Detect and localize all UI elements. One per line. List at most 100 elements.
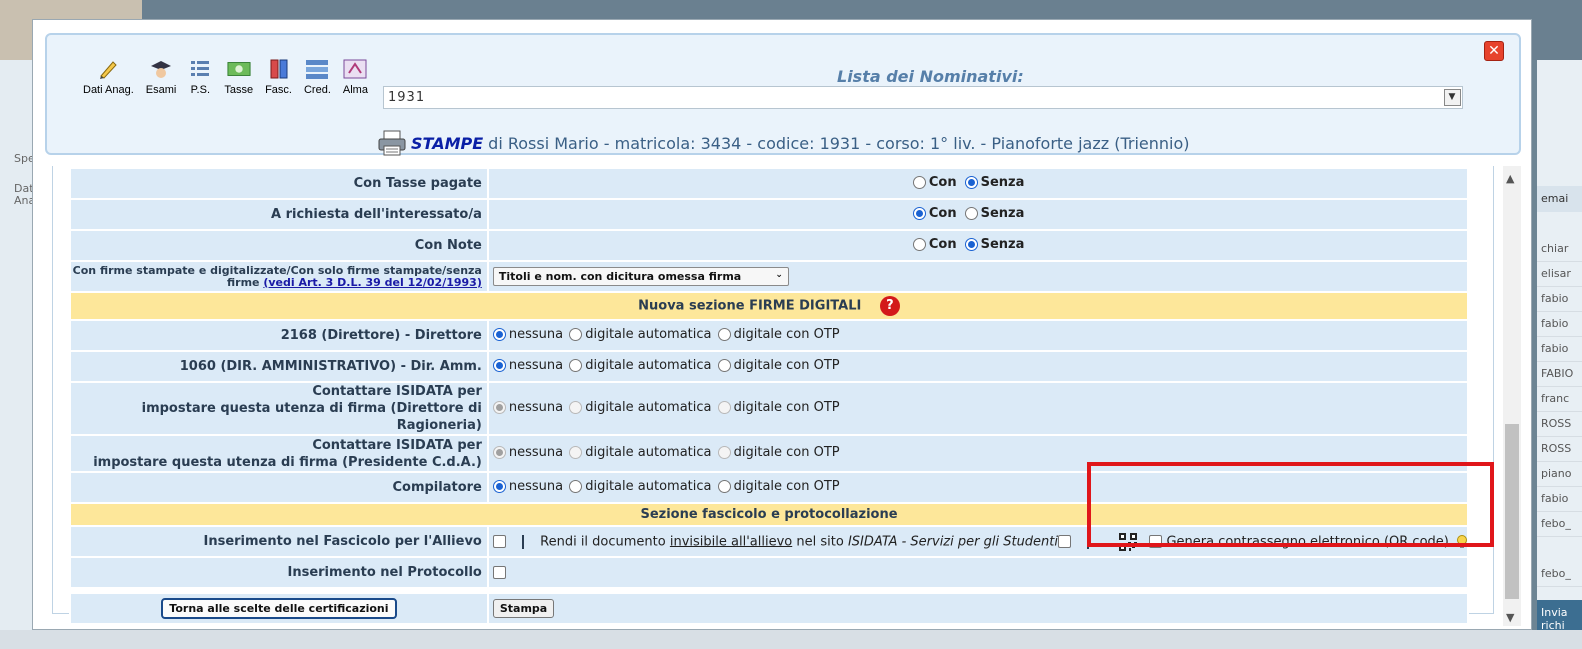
- bg-column-header: emai: [1537, 186, 1582, 212]
- money-icon: [227, 58, 251, 80]
- section-firme-digitali: Nuova sezione FIRME DIGITALI ?: [69, 291, 1469, 321]
- row-firme: Con firme stampate e digitalizzate/Con s…: [69, 260, 1470, 293]
- toolbar-esami[interactable]: Esami: [140, 58, 183, 104]
- note-con-option[interactable]: Con: [912, 237, 957, 252]
- toolbar-label: Alma: [342, 84, 368, 96]
- bg-cell: ROSS: [1537, 437, 1582, 462]
- chevron-down-icon[interactable]: ▼: [1444, 89, 1461, 106]
- section-title: Nuova sezione FIRME DIGITALI: [638, 298, 862, 314]
- radio-selected[interactable]: [964, 175, 978, 189]
- row-label: Con Note: [69, 229, 489, 262]
- signer-label: Contattare ISIDATA per impostare questa …: [69, 434, 489, 473]
- invisible-checkbox[interactable]: [1058, 535, 1072, 548]
- radio[interactable]: [717, 327, 731, 341]
- toolbar-tasse[interactable]: Tasse: [218, 58, 259, 104]
- toolbar-label: Fasc.: [265, 84, 292, 96]
- help-icon[interactable]: ?: [879, 296, 900, 316]
- bg-cell: fabio: [1537, 337, 1582, 362]
- fascicolo-label: Inserimento nel Fascicolo per l'Allievo: [69, 525, 489, 558]
- toolbar-dati-anag[interactable]: Dati Anag.: [77, 58, 140, 104]
- list-title: Lista dei Nominativi:: [837, 67, 1024, 86]
- scroll-down-icon[interactable]: ▼: [1506, 611, 1514, 624]
- radio-disabled-selected: [492, 400, 506, 414]
- bg-cell: chiar: [1537, 237, 1582, 262]
- tasse-con-option[interactable]: Con: [912, 175, 957, 190]
- radio-selected[interactable]: [492, 479, 506, 493]
- stack-icon: [305, 58, 329, 80]
- nominativo-select[interactable]: 1931 ▼: [383, 86, 1463, 109]
- stampe-options-table: Con Tasse pagate Con Senza A richiesta d…: [69, 167, 1470, 625]
- note-senza-option[interactable]: Senza: [964, 237, 1024, 252]
- richiesta-senza-option[interactable]: Senza: [964, 206, 1024, 221]
- radio[interactable]: [569, 479, 583, 493]
- radio-disabled: [569, 445, 583, 459]
- signer-label: Compilatore: [69, 471, 489, 504]
- row-tasse: Con Tasse pagate Con Senza: [69, 167, 1470, 200]
- radio-selected[interactable]: [912, 206, 926, 220]
- radio-selected[interactable]: [964, 237, 978, 251]
- back-button[interactable]: Torna alle scelte delle certificazioni: [161, 598, 397, 619]
- row-richiesta: A richiesta dell'interessato/a Con Senza: [69, 198, 1470, 231]
- toolbar-ps[interactable]: P.S.: [182, 58, 218, 104]
- radio-disabled: [569, 400, 583, 414]
- radio-disabled: [717, 445, 731, 459]
- bg-cell: febo_: [1537, 512, 1582, 537]
- radio-selected[interactable]: [492, 327, 506, 341]
- signer-label: Contattare ISIDATA per impostare questa …: [69, 381, 489, 436]
- signer-label: 2168 (Direttore) - Direttore: [69, 319, 489, 352]
- radio[interactable]: [717, 358, 731, 372]
- toolbar-label: Esami: [145, 84, 177, 96]
- background-bottom-toolbar: [0, 630, 1582, 649]
- bg-cell: febo_: [1537, 562, 1582, 587]
- radio[interactable]: [964, 206, 978, 220]
- signer-row: Contattare ISIDATA per impostare questa …: [69, 381, 1470, 436]
- content-scrollbar[interactable]: ▲ ▼: [1503, 166, 1521, 626]
- radio-selected[interactable]: [492, 358, 506, 372]
- radio[interactable]: [569, 358, 583, 372]
- bg-cell: FABIO: [1537, 362, 1582, 387]
- toolbar-label: P.S.: [190, 84, 211, 96]
- radio[interactable]: [912, 175, 926, 189]
- bg-cell: fabio: [1537, 487, 1582, 512]
- fascicolo-checkbox[interactable]: [492, 535, 506, 548]
- modal-header: Dati Anag. Esami P.S. Tasse Fasc. Cred. …: [45, 33, 1521, 157]
- row-actions: Torna alle scelte delle certificazioni S…: [69, 592, 1470, 625]
- bg-cell: fabio: [1537, 287, 1582, 312]
- radio[interactable]: [912, 237, 926, 251]
- close-button[interactable]: ✕: [1484, 41, 1504, 61]
- radio[interactable]: [717, 479, 731, 493]
- background-right-panel: gout emai chiar elisar fabio fabio fabio…: [1537, 60, 1582, 649]
- tasse-radio-group: Con Senza: [912, 175, 1027, 190]
- scroll-up-icon[interactable]: ▲: [1506, 172, 1514, 185]
- richiesta-con-option[interactable]: Con: [912, 206, 957, 221]
- folders-icon: [267, 58, 291, 80]
- firme-dropdown[interactable]: Titoli e nom. con dicitura omessa firma ⌄: [492, 267, 789, 286]
- alma-icon: [343, 58, 367, 80]
- row-protocollo: Inserimento nel Protocollo: [69, 556, 1470, 589]
- toolbar-alma[interactable]: Alma: [337, 58, 374, 104]
- toolbar-label: Dati Anag.: [83, 84, 134, 96]
- toolbar-fasc[interactable]: Fasc.: [259, 58, 298, 104]
- bg-cell: franc: [1537, 387, 1582, 412]
- tasse-senza-option[interactable]: Senza: [964, 175, 1024, 190]
- protocollo-checkbox[interactable]: [492, 566, 506, 579]
- note-radio-group: Con Senza: [912, 237, 1027, 252]
- highlight-box: [1087, 462, 1494, 547]
- bg-cell: fabio: [1537, 312, 1582, 337]
- bg-cell: ROSS: [1537, 412, 1582, 437]
- nominativo-select-value: 1931: [388, 90, 426, 105]
- scrollbar-thumb[interactable]: [1505, 424, 1519, 599]
- print-button[interactable]: Stampa: [492, 599, 555, 618]
- toolbar-cred[interactable]: Cred.: [298, 58, 337, 104]
- separator: [522, 534, 524, 549]
- firme-label: Con firme stampate e digitalizzate/Con s…: [69, 260, 489, 293]
- toolbar-label: Cred.: [303, 84, 331, 96]
- student-toolbar: Dati Anag. Esami P.S. Tasse Fasc. Cred. …: [77, 58, 374, 104]
- radio[interactable]: [569, 327, 583, 341]
- stampe-info-line: STAMPE di Rossi Mario - matricola: 3434 …: [377, 129, 1190, 157]
- row-note: Con Note Con Senza: [69, 229, 1470, 262]
- law-link[interactable]: (vedi Art. 3 D.L. 39 del 12/02/1993): [263, 276, 482, 289]
- pencil-icon: [96, 58, 120, 80]
- student-info: di Rossi Mario - matricola: 3434 - codic…: [488, 133, 1190, 153]
- printer-icon: [377, 129, 407, 157]
